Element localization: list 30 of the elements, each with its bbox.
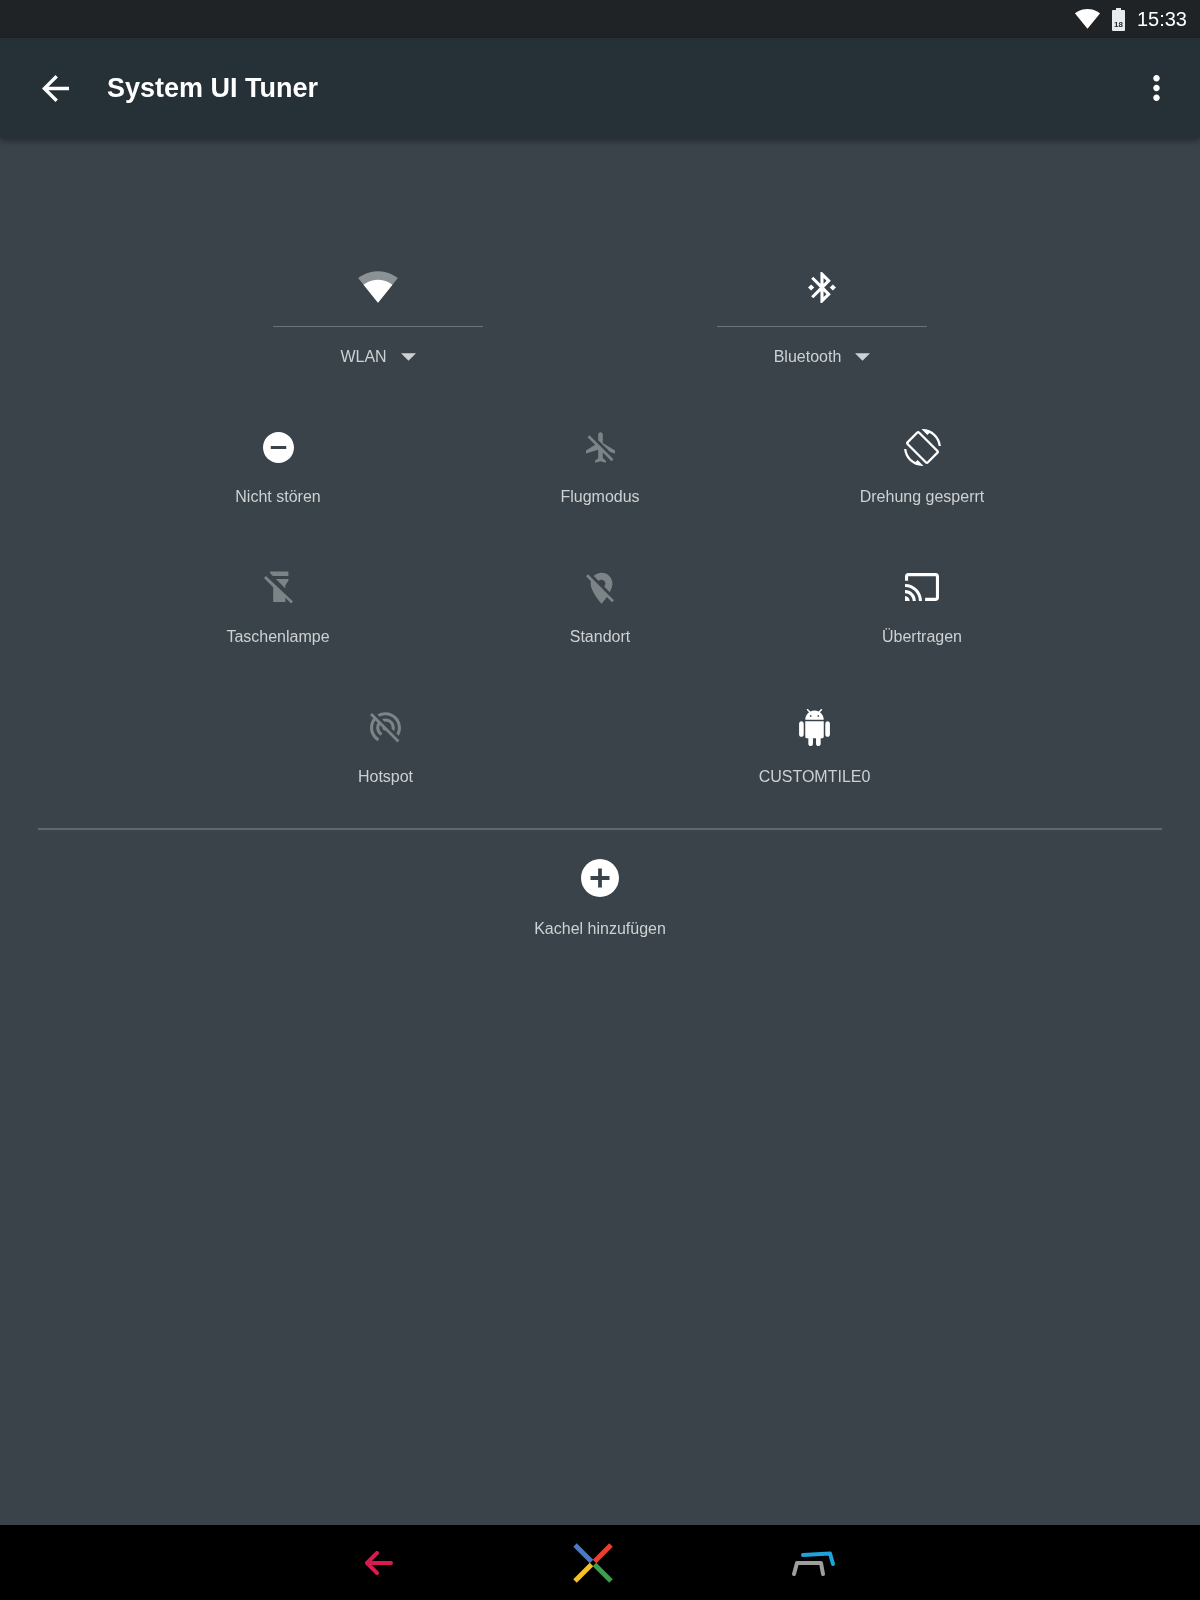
tile-label: Übertragen [881, 627, 962, 647]
hotspot-off-icon[interactable] [370, 711, 401, 743]
tile-label: Hotspot [357, 767, 414, 787]
bluetooth-icon[interactable] [808, 271, 836, 303]
arrow-left-icon[interactable] [42, 74, 69, 102]
cross-icon[interactable] [572, 1542, 613, 1583]
airplane-off-icon[interactable] [585, 431, 615, 463]
battery-level-text: 18 [1114, 20, 1123, 29]
status-time: 15:33 [1136, 7, 1187, 31]
flashlight-off-icon[interactable] [263, 570, 293, 604]
tile-dropdown[interactable]: Bluetooth [773, 347, 871, 367]
add-tile-label[interactable]: Kachel hinzufügen [534, 919, 666, 939]
stacked-arches-icon[interactable] [790, 1549, 836, 1576]
cast-icon[interactable] [905, 573, 939, 601]
tile-label: Standort [569, 627, 631, 647]
wifi-signal-icon [1074, 9, 1100, 29]
toolbar-title: System UI Tuner [107, 72, 320, 105]
three-dots-menu-icon[interactable] [1153, 75, 1160, 101]
caret-down-icon [855, 353, 871, 361]
wifi-icon[interactable] [358, 271, 398, 303]
tile-dropdown[interactable]: WLAN [340, 347, 416, 367]
tile-label: Flugmodus [560, 487, 640, 507]
tile-label: Drehung gesperrt [859, 487, 985, 507]
tile-label: Nicht stören [235, 487, 321, 507]
tile-label: CUSTOMTILE0 [758, 767, 871, 787]
location-off-icon[interactable] [586, 570, 614, 604]
robot-icon[interactable] [799, 708, 830, 746]
caret-down-icon [400, 353, 416, 361]
screen-rotation-icon[interactable] [903, 428, 941, 466]
tile-label: Taschenlampe [226, 627, 330, 647]
